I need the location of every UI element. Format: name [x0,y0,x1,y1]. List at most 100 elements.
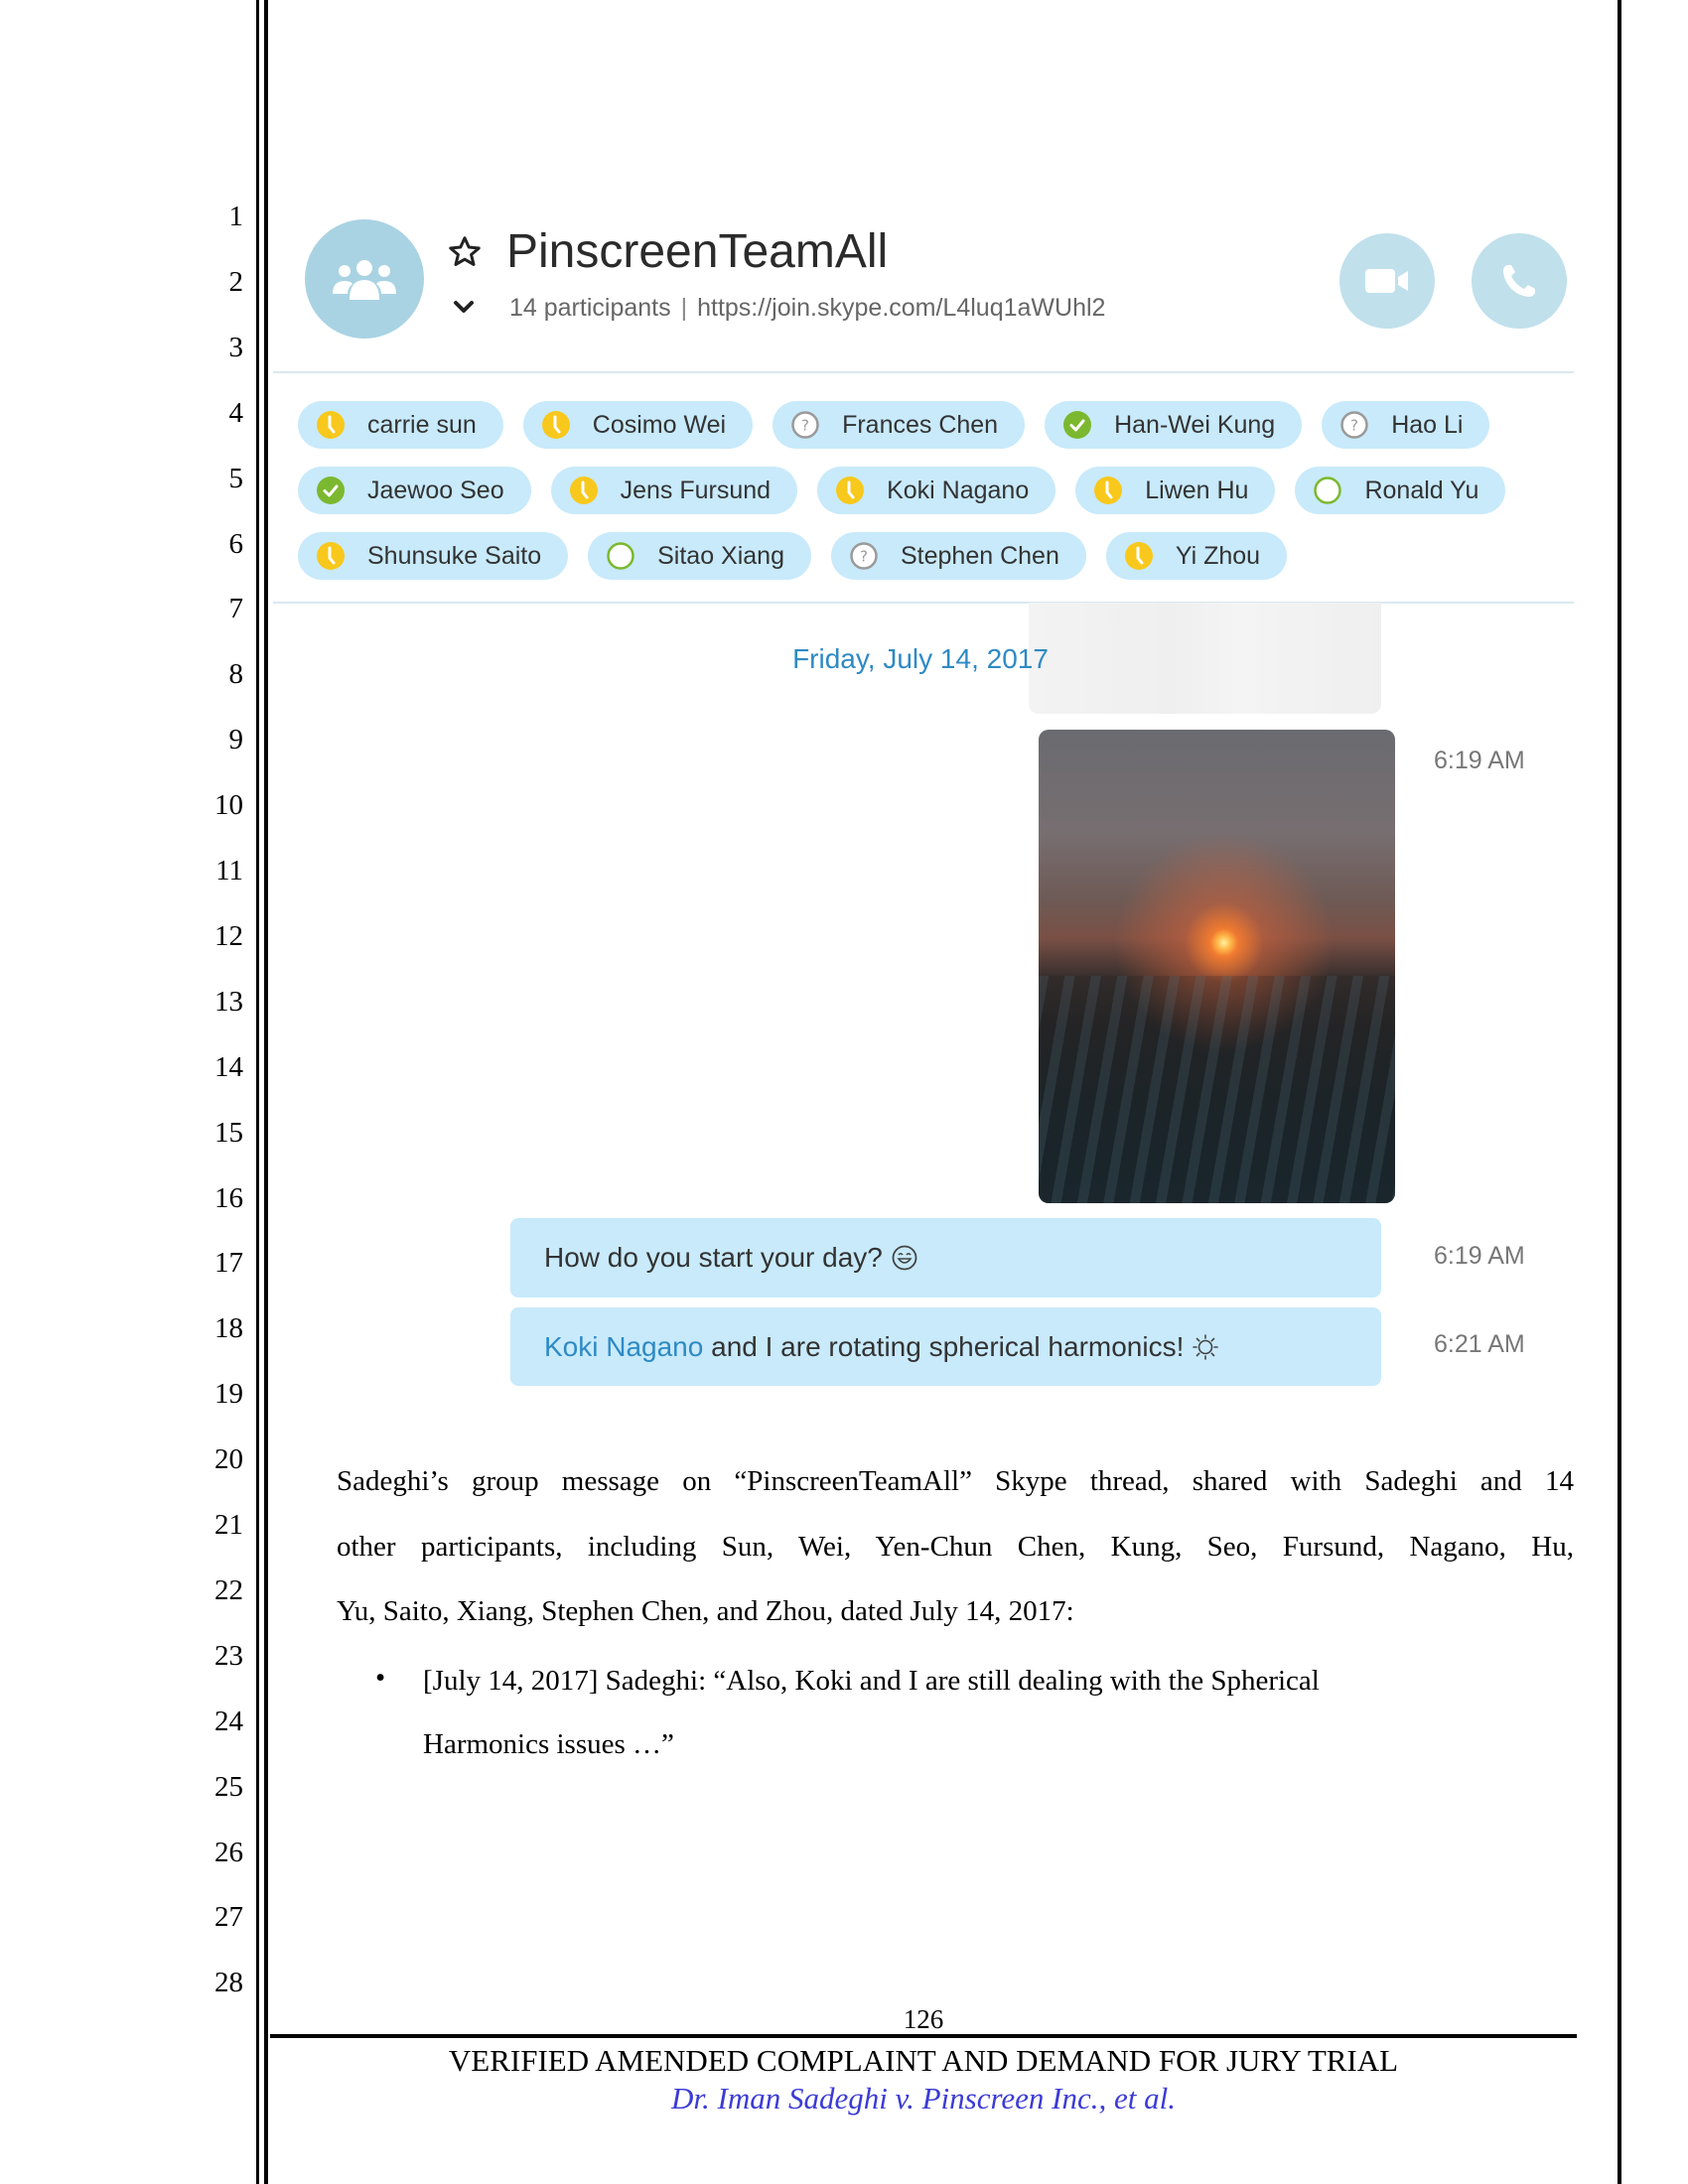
join-link[interactable]: https://join.skype.com/L4luq1aWUhl2 [697,294,1105,322]
line-number: 20 [214,1443,243,1476]
participants-count[interactable]: 14 participants [509,294,671,322]
online-status-icon [317,477,345,504]
date-separator: Friday, July 14, 2017 [792,643,1049,674]
participant-chip[interactable]: Cosimo Wei [522,401,754,449]
conversation-title: PinscreenTeamAll [506,225,889,278]
line-number: 22 [214,1573,243,1606]
away-status-icon [836,477,865,504]
line-number: 28 [214,1967,243,1999]
participant-name: Cosimo Wei [592,410,727,439]
line-number: 10 [214,789,243,822]
line-number: 18 [214,1312,243,1345]
offline-status-icon [1314,477,1342,504]
case-caption: Dr. Iman Sadeghi v. Pinscreen Inc., et a… [671,2081,1176,2116]
conversation-subtitle: 14 participants | https://join.skype.com/L… [509,294,1105,323]
paragraph-line: other participants, including Sun, Wei, … [337,1530,1574,1563]
line-number: 24 [214,1705,243,1737]
star-outline-icon[interactable] [447,234,483,270]
participant-name: Frances Chen [842,410,999,439]
participant-chip[interactable]: Jens Fursund [550,467,798,514]
smile-emoticon-icon [892,1245,917,1271]
participant-chip[interactable]: Han-Wei Kung [1045,401,1303,449]
away-status-icon [541,411,570,439]
line-number: 27 [214,1901,243,1934]
shared-photo[interactable] [1039,730,1395,1203]
video-call-button[interactable] [1339,233,1435,329]
participant-chip[interactable]: ? Hao Li [1322,401,1490,449]
line-number: 19 [214,1378,243,1411]
paragraph-line: Sadeghi’s group message on “PinscreenTea… [337,1465,1574,1497]
footer-title: VERIFIED AMENDED COMPLAINT AND DEMAND FO… [448,2043,1399,2078]
participant-name: Yi Zhou [1175,541,1261,570]
participant-chip[interactable]: Jaewoo Seo [298,467,531,514]
participant-name: Liwen Hu [1145,476,1249,504]
bullet-marker: • [375,1662,386,1694]
participant-list: carrie sun Cosimo Wei? Frances Chen Han-Wei… [298,401,1579,598]
message-bubble[interactable]: How do you start your day? [510,1218,1381,1297]
participant-chip[interactable]: ? Stephen Chen [831,532,1086,580]
participant-name: carrie sun [367,410,477,439]
line-number: 12 [214,919,243,952]
participant-name: Han-Wei Kung [1114,410,1276,439]
group-avatar[interactable] [305,219,424,339]
right-margin-rule [1618,0,1621,2184]
participant-chip[interactable]: Liwen Hu [1075,467,1276,514]
message-timestamp: 6:21 AM [1434,1330,1525,1358]
phone-icon [1503,265,1535,297]
line-number: 21 [214,1509,243,1541]
participant-name: Shunsuke Saito [367,541,542,570]
photo-cityscape [1039,976,1395,1203]
line-number: 25 [214,1770,243,1803]
participant-chip[interactable]: Shunsuke Saito [298,532,569,580]
participant-name: Jens Fursund [620,476,772,504]
participant-chip[interactable]: Yi Zhou [1105,532,1288,580]
audio-call-button[interactable] [1472,233,1567,329]
line-number: 23 [214,1639,243,1672]
body-paragraph: Sadeghi’s group message on “PinscreenTea… [337,1449,1574,1645]
bullet-line: Harmonics issues …” [423,1728,674,1760]
participant-chip[interactable]: Sitao Xiang [588,532,811,580]
away-status-icon [569,477,598,504]
line-number: 17 [214,1247,243,1280]
page-number: 126 [903,2004,944,2034]
participant-name: Ronald Yu [1364,476,1479,504]
line-number: 16 [214,1181,243,1214]
participant-name: Stephen Chen [901,541,1059,570]
line-number: 8 [228,658,244,691]
line-number: 7 [228,593,244,625]
offline-status-icon [607,542,634,570]
mention-link[interactable]: Koki Nagano [544,1331,703,1363]
participant-chip[interactable]: ? Frances Chen [773,401,1026,449]
message-bubble[interactable]: Koki Nagano and I are rotating spherical… [510,1307,1381,1386]
away-status-icon [1094,477,1123,504]
line-number: 2 [228,265,244,298]
group-icon [333,260,396,300]
participant-row: Jaewoo Seo Jens Fursund Koki Nagano Liwen H… [298,467,1579,514]
sun-emoticon-icon [1193,1333,1219,1360]
line-number: 6 [228,527,244,560]
paragraph-line: Yu, Saito, Xiang, Stephen Chen, and Zhou… [337,1595,1074,1627]
participant-chip[interactable]: Koki Nagano [817,467,1056,514]
unknown-status-icon: ? [850,542,878,570]
message-text: How do you start your day? [544,1242,883,1273]
line-number: 9 [228,724,244,756]
message-text: and I are rotating spherical harmonics! [703,1330,1185,1362]
away-status-icon [317,542,345,570]
participant-row: carrie sun Cosimo Wei? Frances Chen Han-Wei… [298,401,1579,449]
line-number: 14 [214,1050,243,1083]
line-number: 13 [214,985,243,1018]
participant-chip[interactable]: carrie sun [298,401,503,449]
participant-chip[interactable]: Ronald Yu [1295,467,1506,514]
away-status-icon [1124,542,1153,570]
unknown-status-icon: ? [1340,411,1368,439]
bullet-quote: [July 14, 2017] Sadeghi: “Also, Koki and… [423,1649,1575,1776]
participant-name: Jaewoo Seo [367,476,504,504]
footer-rule [270,2034,1577,2038]
left-margin-rule-inner [264,0,268,2184]
participant-name: Hao Li [1391,410,1464,439]
line-number: 15 [214,1116,243,1149]
chevron-down-icon[interactable] [453,300,475,316]
online-status-icon [1063,411,1092,439]
bullet-line: [July 14, 2017] Sadeghi: “Also, Koki and… [423,1665,1320,1697]
video-camera-icon [1365,269,1408,293]
